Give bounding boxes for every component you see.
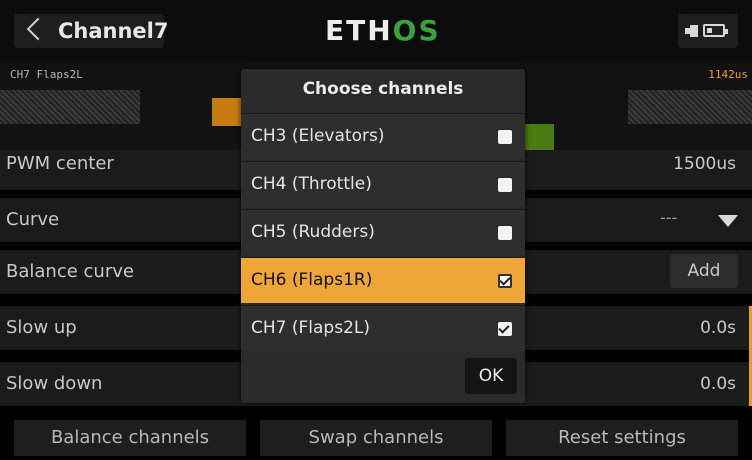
- battery-icon: [703, 24, 728, 37]
- ethos-logo: ETHOS: [325, 14, 441, 48]
- logo-text-main: ETH: [325, 14, 393, 47]
- checkbox-checked[interactable]: [498, 322, 512, 336]
- balance-curve-label: Balance curve: [6, 261, 134, 282]
- curve-dropdown[interactable]: ---: [658, 208, 738, 234]
- hatch-zone-left: [0, 90, 140, 124]
- speaker-icon: [685, 25, 698, 37]
- channel-option-label: CH3 (Elevators): [251, 126, 385, 146]
- chevron-down-icon: [718, 215, 738, 227]
- slow-down-label: Slow down: [6, 373, 103, 394]
- output-bar-green: [524, 124, 554, 152]
- channel-option-label: CH6 (Flaps1R): [251, 270, 373, 290]
- checkbox-unchecked[interactable]: [498, 178, 512, 192]
- channel-option-label: CH5 (Rudders): [251, 222, 375, 242]
- channel-option-ch7[interactable]: CH7 (Flaps2L): [241, 305, 525, 351]
- slow-up-label: Slow up: [6, 317, 77, 338]
- choose-channels-dialog: Choose channels CH3 (Elevators) CH4 (Thr…: [241, 69, 525, 403]
- pwm-center-label: PWM center: [6, 153, 114, 174]
- channel-monitor-value: 1142us: [708, 68, 748, 81]
- channel-monitor-label: CH7 Flaps2L: [10, 68, 83, 81]
- channel-option-label: CH7 (Flaps2L): [251, 318, 370, 338]
- reset-settings-button[interactable]: Reset settings: [506, 420, 738, 456]
- curve-label: Curve: [6, 209, 60, 230]
- ok-button[interactable]: OK: [465, 358, 517, 394]
- channel-option-label: CH4 (Throttle): [251, 174, 372, 194]
- channel-option-ch4[interactable]: CH4 (Throttle): [241, 161, 525, 207]
- battery-level: [707, 28, 712, 33]
- header-bar: Channel7 ETHOS: [0, 0, 752, 62]
- screen: Channel7 ETHOS CH7 Flaps2L 1142us PWM ce…: [0, 0, 752, 460]
- checkbox-unchecked[interactable]: [498, 130, 512, 144]
- checkbox-checked[interactable]: [498, 274, 512, 288]
- curve-value: ---: [660, 208, 678, 227]
- chevron-left-icon: [26, 17, 50, 41]
- channel-option-ch6[interactable]: CH6 (Flaps1R): [241, 257, 525, 303]
- checkbox-unchecked[interactable]: [498, 226, 512, 240]
- status-button[interactable]: [678, 14, 738, 48]
- balance-channels-button[interactable]: Balance channels: [14, 420, 246, 456]
- logo-text-accent: OS: [392, 14, 441, 47]
- channel-option-ch5[interactable]: CH5 (Rudders): [241, 209, 525, 255]
- add-button[interactable]: Add: [670, 254, 738, 288]
- swap-channels-button[interactable]: Swap channels: [260, 420, 492, 456]
- back-button[interactable]: Channel7: [14, 14, 169, 48]
- dialog-title: Choose channels: [241, 69, 525, 113]
- pwm-center-value[interactable]: 1500us: [673, 152, 736, 176]
- hatch-zone-right: [628, 90, 752, 124]
- channel-option-ch3[interactable]: CH3 (Elevators): [241, 113, 525, 159]
- slow-down-value[interactable]: 0.0s: [700, 372, 736, 396]
- page-title: Channel7: [58, 19, 169, 43]
- output-bar-orange: [212, 98, 242, 126]
- slow-up-value[interactable]: 0.0s: [700, 316, 736, 340]
